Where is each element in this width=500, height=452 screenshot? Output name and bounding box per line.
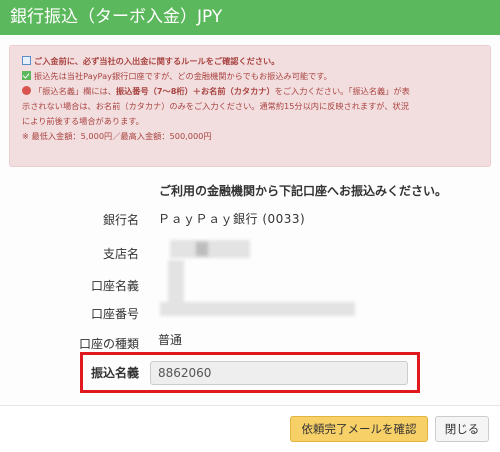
- notice-alert: ご入金前に、必ず当社の入出金に関するルールをご確認ください。 振込先は当社Pay…: [9, 45, 491, 167]
- branch-name-redacted: [170, 240, 250, 258]
- branch-name-label: 支店名: [102, 247, 139, 261]
- notice-line-rules: ご入金前に、必ず当社の入出金に関するルールをご確認ください。: [22, 54, 480, 69]
- notice-line-limits: ※ 最低入金額：5,000円／最高入金額：500,000円: [22, 131, 212, 141]
- modal-title: 銀行振込（ターボ入金）JPY: [0, 0, 500, 35]
- bank-name-value: ＰａｙＰａｙ銀行 (0033): [158, 212, 306, 226]
- notice-rules-text: ご入金前に、必ず当社の入出金に関するルールをご確認ください。: [34, 56, 280, 66]
- account-holder-label: 口座名義: [90, 279, 139, 293]
- notice-transfer-bold: 振込番号（7～8桁）＋お名前（カタカナ）: [115, 86, 275, 96]
- notice-line-transfer-name: 「振込名義」欄には、振込番号（7～8桁）＋お名前（カタカナ）をご入力ください。「…: [22, 84, 480, 99]
- notice-account-text: 振込先は当社PayPay銀行口座ですが、どの金融機関からでもお振込み可能です。: [34, 71, 332, 81]
- account-holder-redacted: [168, 260, 184, 306]
- account-number-label: 口座番号: [90, 307, 139, 321]
- bank-name-label: 銀行名: [102, 213, 139, 227]
- notice-line-timing: により前後する場合があります。: [22, 116, 144, 126]
- branch-name-redacted-mark: [196, 242, 208, 256]
- form-title: ご利用の金融機関から下記口座へお振込みください。: [159, 184, 448, 198]
- check-icon: [22, 71, 31, 80]
- confirm-email-button[interactable]: 依頼完了メールを確認: [290, 416, 428, 442]
- transfer-name-label: 振込名義: [91, 366, 140, 380]
- notice-transfer-post: をご入力ください。「振込名義」が表: [274, 86, 410, 96]
- transfer-name-field[interactable]: 8862060: [150, 361, 408, 385]
- close-button[interactable]: 閉じる: [435, 416, 489, 442]
- notice-line-fallback: 示されない場合は、お名前（カタカナ）のみをご入力ください。通常約15分以内に反映…: [22, 101, 409, 111]
- notice-transfer-pre: 「振込名義」欄には、: [34, 86, 116, 96]
- book-icon: [22, 56, 31, 65]
- notice-line-account: 振込先は当社PayPay銀行口座ですが、どの金融機関からでもお振込み可能です。: [22, 69, 480, 84]
- account-type-value: 普通: [158, 333, 183, 347]
- account-type-label: 口座の種類: [78, 337, 139, 351]
- bullet-icon: [22, 86, 31, 95]
- account-number-redacted: [160, 302, 355, 316]
